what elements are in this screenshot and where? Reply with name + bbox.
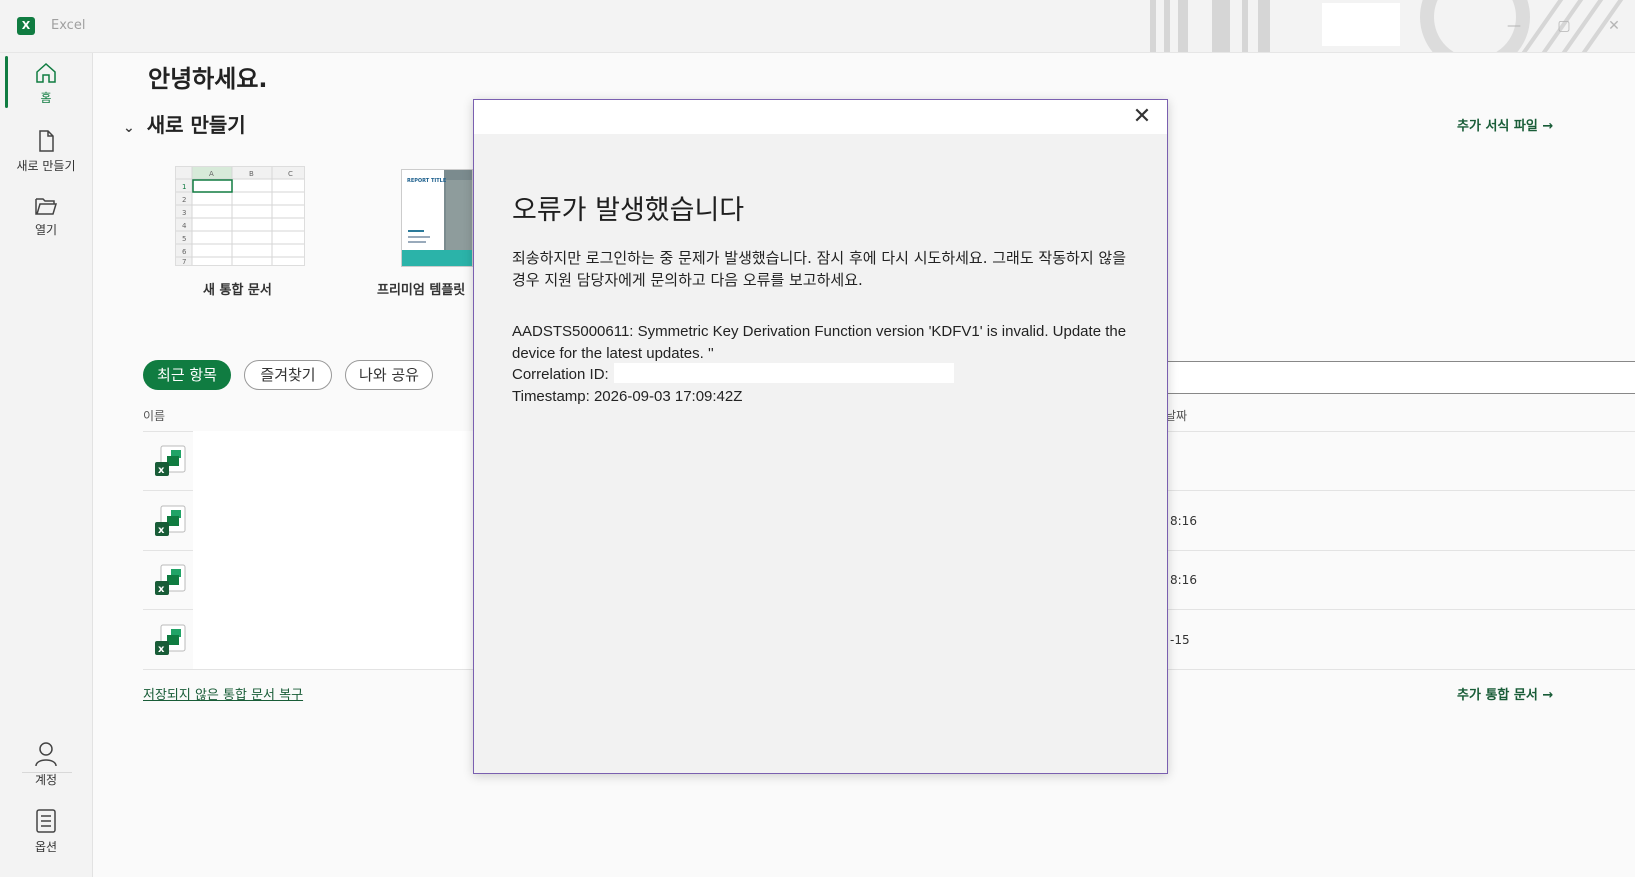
account-badge[interactable] bbox=[1322, 3, 1400, 46]
new-document-icon bbox=[39, 130, 54, 152]
recover-unsaved-link[interactable]: 저장되지 않은 통합 문서 복구 bbox=[143, 684, 303, 703]
sidebar-item-label: 옵션 bbox=[34, 840, 58, 854]
template-label: 새 통합 문서 bbox=[203, 283, 272, 298]
tab-recent[interactable]: 최근 항목 bbox=[143, 360, 231, 390]
svg-text:B: B bbox=[249, 170, 254, 178]
column-header-name[interactable]: 이름 bbox=[143, 407, 165, 424]
dialog-close-button[interactable]: ✕ bbox=[1129, 104, 1155, 130]
sidebar-item-label: 계정 bbox=[34, 773, 58, 787]
svg-text:x: x bbox=[158, 644, 165, 655]
sidebar-item-options[interactable]: 옵션 bbox=[0, 808, 92, 855]
report-thumbnail-icon: REPORT TITLE bbox=[402, 170, 472, 266]
svg-text:x: x bbox=[158, 465, 165, 476]
redacted-correlation-id bbox=[614, 363, 954, 383]
excel-file-icon[interactable]: x bbox=[153, 623, 187, 657]
svg-text:3: 3 bbox=[182, 209, 186, 217]
svg-text:2: 2 bbox=[182, 196, 186, 204]
error-dialog: ✕ 오류가 발생했습니다 죄송하지만 로그인하는 중 문제가 발생했습니다. 잠… bbox=[473, 99, 1168, 774]
sidebar-item-open[interactable]: 열기 bbox=[0, 195, 92, 238]
sidebar-item-label: 새로 만들기 bbox=[16, 159, 76, 173]
column-header-date[interactable]: 날짜 bbox=[1165, 407, 1187, 424]
search-input[interactable] bbox=[1161, 361, 1635, 394]
sidebar-item-label: 열기 bbox=[34, 223, 58, 237]
row-date: 8:16 bbox=[1170, 514, 1197, 528]
app-title: Excel bbox=[51, 18, 86, 33]
home-icon bbox=[36, 62, 56, 83]
greeting-heading: 안녕하세요. bbox=[148, 65, 268, 93]
person-icon bbox=[35, 742, 57, 767]
minimize-button[interactable]: — bbox=[1502, 14, 1526, 38]
spreadsheet-thumbnail-icon: A B C 1 2 3 4 5 6 7 bbox=[176, 167, 304, 266]
template-blank-workbook[interactable]: A B C 1 2 3 4 5 6 7 bbox=[175, 166, 305, 266]
error-code-text: AADSTS5000611: Symmetric Key Derivation … bbox=[512, 323, 1127, 362]
more-workbooks-link[interactable]: 추가 통합 문서 → bbox=[1457, 684, 1553, 703]
tab-favorites[interactable]: 즐겨찾기 bbox=[244, 360, 332, 390]
sidebar-item-label: 홈 bbox=[40, 91, 52, 105]
sidebar-item-new[interactable]: 새로 만들기 bbox=[0, 129, 92, 174]
svg-text:6: 6 bbox=[182, 248, 187, 256]
row-date: 8:16 bbox=[1170, 573, 1197, 587]
svg-text:C: C bbox=[288, 170, 293, 178]
report-thumb-title: REPORT TITLE bbox=[407, 178, 447, 184]
svg-text:A: A bbox=[209, 170, 214, 178]
svg-text:5: 5 bbox=[182, 235, 186, 243]
excel-file-icon[interactable]: x bbox=[153, 563, 187, 597]
new-section-title: 새로 만들기 bbox=[146, 113, 246, 137]
excel-file-icon[interactable]: x bbox=[153, 504, 187, 538]
sidebar-item-account[interactable]: 계정 bbox=[0, 741, 92, 788]
tab-shared-with-me[interactable]: 나와 공유 bbox=[345, 360, 433, 390]
excel-logo-icon: X bbox=[17, 17, 35, 35]
sidebar-item-home[interactable]: 홈 bbox=[0, 61, 92, 106]
options-icon bbox=[36, 809, 56, 833]
chevron-down-icon: ⌄ bbox=[123, 120, 135, 136]
sidebar: 홈 새로 만들기 열기 계정 옵션 bbox=[0, 53, 93, 877]
title-bar: X Excel — ▢ ✕ bbox=[0, 0, 1635, 53]
new-section-toggle[interactable]: ⌄ 새로 만들기 bbox=[123, 109, 246, 138]
svg-text:x: x bbox=[158, 584, 165, 595]
row-date: -15 bbox=[1170, 633, 1190, 647]
template-label: 프리미엄 템플릿 bbox=[377, 283, 466, 298]
dialog-message: 죄송하지만 로그인하는 중 문제가 발생했습니다. 잠시 후에 다시 시도하세요… bbox=[512, 249, 1126, 289]
folder-open-icon bbox=[35, 198, 58, 215]
svg-text:7: 7 bbox=[182, 258, 186, 265]
svg-text:1: 1 bbox=[182, 183, 186, 191]
window-close-button[interactable]: ✕ bbox=[1602, 14, 1626, 38]
timestamp-text: Timestamp: 2026-09-03 17:09:42Z bbox=[512, 387, 743, 405]
dialog-title: 오류가 발생했습니다 bbox=[512, 195, 745, 226]
dialog-header: ✕ bbox=[474, 100, 1167, 134]
excel-file-icon[interactable]: x bbox=[153, 444, 187, 478]
svg-text:4: 4 bbox=[182, 222, 187, 230]
template-premium[interactable]: REPORT TITLE bbox=[401, 169, 473, 267]
svg-text:x: x bbox=[158, 525, 165, 536]
more-templates-link[interactable]: 추가 서식 파일 → bbox=[1457, 115, 1553, 134]
maximize-button[interactable]: ▢ bbox=[1552, 14, 1576, 38]
